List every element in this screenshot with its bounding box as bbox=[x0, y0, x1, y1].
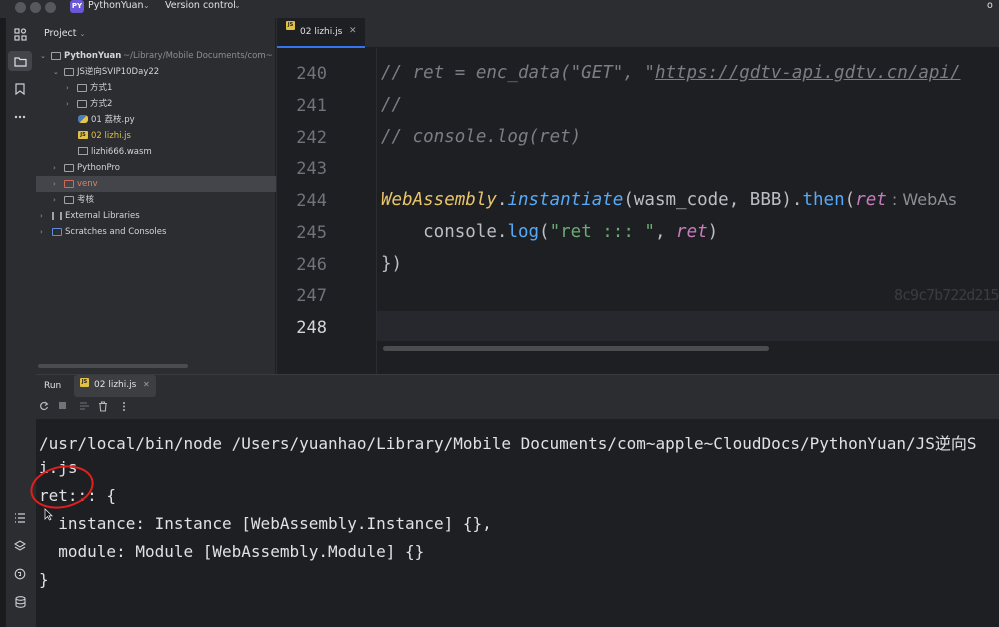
close-icon[interactable]: ✕ bbox=[143, 380, 150, 389]
chevron-right-icon[interactable]: › bbox=[53, 176, 56, 192]
line-number-gutter: 240 241 242 243 244 245 246 247 248 bbox=[277, 48, 377, 374]
js-file-icon: JS bbox=[80, 378, 89, 387]
console-output-line: instance: Instance [WebAssembly.Instance… bbox=[39, 514, 492, 533]
chevron-down-icon[interactable]: ⌄ bbox=[53, 64, 59, 80]
watermark: 8c9c7b722d215151 bbox=[894, 286, 999, 304]
tree-item-lizhi-py[interactable]: 01 荔枝.py bbox=[36, 112, 276, 128]
trash-icon[interactable] bbox=[98, 401, 108, 415]
code-line-242: // console.log(ret) bbox=[381, 127, 582, 147]
line-number: 240 bbox=[296, 64, 327, 84]
code-editor[interactable]: JS 02 lizhi.js ✕ 240 241 242 243 244 245… bbox=[277, 18, 999, 374]
line-number: 243 bbox=[296, 159, 327, 179]
line-number: 248 bbox=[296, 318, 327, 338]
console-output-line: /usr/local/bin/node /Users/yuanhao/Libra… bbox=[39, 434, 977, 453]
titlebar-right-text: o bbox=[987, 0, 993, 11]
folder-icon bbox=[77, 84, 87, 92]
bookmark-icon[interactable] bbox=[6, 79, 34, 99]
rerun-icon[interactable] bbox=[39, 401, 49, 414]
folder-icon bbox=[64, 68, 74, 76]
js-file-icon: JS bbox=[78, 131, 88, 139]
console-output-line: } bbox=[39, 570, 49, 589]
zoom-window-button[interactable] bbox=[45, 2, 56, 13]
line-number: 242 bbox=[296, 128, 327, 148]
python-console-icon[interactable] bbox=[6, 564, 34, 584]
tree-item-pythonpro[interactable]: › PythonPro bbox=[36, 160, 276, 176]
folder-icon bbox=[77, 100, 87, 108]
database-icon[interactable] bbox=[6, 592, 34, 612]
title-bar: PY PythonYuan ⌄ Version control ⌄ o bbox=[0, 0, 999, 18]
tab-lizhi-js[interactable]: JS 02 lizhi.js ✕ bbox=[277, 18, 365, 48]
vcs-menu[interactable]: Version control bbox=[165, 0, 236, 12]
chevron-right-icon[interactable]: › bbox=[40, 208, 43, 224]
editor-scrollbar[interactable] bbox=[383, 346, 769, 351]
more-icon[interactable] bbox=[6, 107, 34, 127]
chevron-down-icon[interactable]: ⌄ bbox=[40, 48, 46, 64]
chevron-right-icon[interactable]: › bbox=[66, 80, 69, 96]
tree-item-method2[interactable]: › 方式2 bbox=[36, 96, 276, 112]
library-icon bbox=[52, 212, 62, 220]
code-line-244: WebAssembly.instantiate(wasm_code, BBB).… bbox=[381, 190, 957, 210]
close-icon[interactable]: ✕ bbox=[349, 26, 357, 36]
tree-item-lizhi-js[interactable]: JS 02 lizhi.js bbox=[36, 128, 276, 144]
chevron-right-icon[interactable]: › bbox=[53, 192, 56, 208]
project-panel-title[interactable]: Project ⌄ bbox=[44, 28, 85, 39]
chevron-down-icon[interactable]: ⌄ bbox=[143, 0, 150, 12]
folder-icon bbox=[51, 52, 61, 60]
line-number: 247 bbox=[296, 286, 327, 306]
tree-item-kaohe[interactable]: › 考核 bbox=[36, 192, 276, 208]
folder-icon[interactable] bbox=[8, 51, 32, 71]
type-hint: : WebAs bbox=[886, 190, 957, 209]
tree-item-method1[interactable]: › 方式1 bbox=[36, 80, 276, 96]
tree-item-venv[interactable]: › venv bbox=[36, 176, 276, 192]
chevron-right-icon[interactable]: › bbox=[66, 96, 69, 112]
structure-icon[interactable] bbox=[6, 24, 34, 44]
run-toolbar bbox=[36, 397, 999, 419]
run-tab-lizhi-js[interactable]: JS 02 lizhi.js ✕ bbox=[74, 375, 156, 397]
tree-item-wasm[interactable]: lizhi666.wasm bbox=[36, 144, 276, 160]
python-file-icon bbox=[78, 115, 88, 123]
run-panel-title: Run bbox=[44, 381, 62, 391]
code-line-241: // bbox=[381, 95, 403, 115]
editor-tabs: JS 02 lizhi.js ✕ bbox=[277, 18, 999, 48]
tree-item-pythonyuan[interactable]: ⌄ PythonYuan ~/Library/Mobile Documents/… bbox=[36, 48, 276, 64]
tree-item-day22[interactable]: ⌄ JS逆向SVIP10Day22 bbox=[36, 64, 276, 80]
line-number: 241 bbox=[296, 96, 327, 116]
project-switcher[interactable]: PythonYuan bbox=[88, 0, 144, 12]
chevron-right-icon[interactable]: › bbox=[40, 224, 43, 240]
tool-window-bar bbox=[6, 18, 34, 627]
project-panel: Project ⌄ ⌄ PythonYuan ~/Library/Mobile … bbox=[36, 18, 276, 374]
scratches-icon bbox=[52, 228, 62, 236]
layers-icon[interactable] bbox=[6, 536, 34, 556]
close-window-button[interactable] bbox=[15, 2, 26, 13]
console-output-line: module: Module [WebAssembly.Module] {} bbox=[39, 542, 425, 561]
folder-icon bbox=[64, 196, 74, 204]
line-number: 244 bbox=[296, 191, 327, 211]
line-number: 245 bbox=[296, 223, 327, 243]
folder-icon bbox=[64, 164, 74, 172]
line-number: 246 bbox=[296, 255, 327, 275]
code-line-245: console.log("ret ::: ", ret) bbox=[381, 222, 719, 242]
current-line-highlight bbox=[277, 311, 999, 341]
file-icon bbox=[78, 147, 88, 155]
more-icon[interactable] bbox=[122, 401, 126, 415]
soft-wrap-icon[interactable] bbox=[79, 401, 90, 414]
tree-item-scratches[interactable]: › Scratches and Consoles bbox=[36, 224, 276, 240]
chevron-down-icon[interactable]: ⌄ bbox=[234, 0, 241, 12]
run-panel: Run JS 02 lizhi.js ✕ /usr/local/bin/node… bbox=[36, 374, 999, 627]
stop-icon[interactable] bbox=[58, 401, 67, 413]
js-file-icon: JS bbox=[286, 21, 295, 30]
project-scrollbar[interactable] bbox=[38, 364, 188, 368]
folder-icon bbox=[64, 180, 74, 188]
project-badge: PY bbox=[70, 0, 84, 13]
code-line-240: // ret = enc_data("GET", "https://gdtv-a… bbox=[381, 63, 961, 83]
mouse-pointer-icon bbox=[44, 508, 53, 524]
code-line-246: }) bbox=[381, 254, 403, 274]
tree-item-external-libraries[interactable]: › External Libraries bbox=[36, 208, 276, 224]
todo-icon[interactable] bbox=[6, 508, 34, 528]
minimize-window-button[interactable] bbox=[30, 2, 41, 13]
chevron-right-icon[interactable]: › bbox=[53, 160, 56, 176]
run-panel-header: Run JS 02 lizhi.js ✕ bbox=[36, 375, 999, 397]
